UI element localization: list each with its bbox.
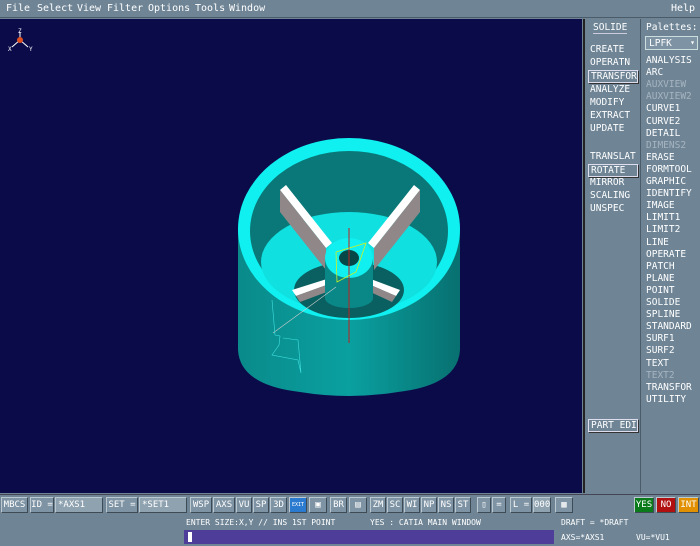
prompt-text: ENTER SIZE:X,Y // INS 1ST POINT (186, 518, 336, 527)
menu-filter[interactable]: Filter (107, 3, 143, 14)
palette-item[interactable]: STANDARD (646, 321, 692, 332)
palette-item[interactable]: SOLIDE (646, 297, 680, 308)
solide-rotate[interactable]: ROTATE (588, 164, 638, 177)
menu-bar: File Select View Filter Options Tools Wi… (0, 0, 700, 18)
sc-button[interactable]: SC (387, 497, 403, 513)
palette-item[interactable]: PLANE (646, 273, 675, 284)
palette-item[interactable]: LIMIT1 (646, 212, 680, 223)
axs-button[interactable]: AXS (213, 497, 235, 513)
no-button[interactable]: NO (656, 497, 676, 513)
menu-file[interactable]: File (6, 3, 30, 14)
palette-item[interactable]: IDENTIFY (646, 188, 692, 199)
palette-item[interactable]: GRAPHIC (646, 176, 686, 187)
palette-item[interactable]: SPLINE (646, 309, 680, 320)
solide-translat[interactable]: TRANSLAT (590, 151, 636, 162)
palette-item[interactable]: ERASE (646, 152, 675, 163)
palette-item[interactable]: ANALYSIS (646, 55, 692, 66)
svg-text:X: X (8, 46, 12, 53)
part-model: Z X Y (8, 28, 460, 396)
cylinder-icon[interactable]: ▯ (477, 497, 491, 513)
br-button[interactable]: BR (330, 497, 347, 513)
solide-update[interactable]: UPDATE (590, 123, 624, 134)
vu-status: VU=*VU1 (636, 533, 670, 542)
id-field[interactable]: *AXS1 (55, 497, 103, 513)
palette-item[interactable]: SURF1 (646, 333, 675, 344)
l-label: L = (510, 497, 532, 513)
menu-help[interactable]: Help (671, 3, 695, 14)
palette-select[interactable]: LPFK ▾ (645, 36, 698, 50)
palette-item: AUXVIEW (646, 79, 687, 91)
palette-item[interactable]: UTILITY (646, 394, 686, 405)
wsp-button[interactable]: WSP (190, 497, 212, 513)
zm-button[interactable]: ZM (370, 497, 386, 513)
3d-button[interactable]: 3D (270, 497, 287, 513)
palette-item[interactable]: POINT (646, 285, 675, 296)
part-edit-button[interactable]: PART EDI (588, 419, 638, 432)
mbcs-button[interactable]: MBCS (1, 497, 28, 513)
palette-item: TEXT2 (646, 369, 675, 381)
palette-item[interactable]: OPERATE (646, 249, 686, 260)
id-label: ID = (30, 497, 54, 513)
command-input[interactable] (184, 530, 554, 544)
yes-message: YES : CATIA MAIN WINDOW (370, 518, 481, 527)
ns-button[interactable]: NS (438, 497, 454, 513)
st-button[interactable]: ST (455, 497, 471, 513)
palette-item[interactable]: SURF2 (646, 345, 675, 356)
solide-transfor[interactable]: TRANSFOR (588, 70, 638, 83)
menu-window[interactable]: Window (229, 3, 265, 14)
solide-panel: SOLIDE CREATE OPERATN TRANSFOR ANALYZE M… (583, 19, 641, 493)
3d-viewport[interactable]: Z X Y (0, 19, 582, 493)
print-icon[interactable]: ▣ (309, 497, 327, 513)
palette-item[interactable]: LIMIT2 (646, 224, 680, 235)
palette-item[interactable]: CURVE1 (646, 103, 680, 114)
palette-item[interactable]: PATCH (646, 261, 675, 272)
palette-item: AUXVIEW2 (646, 91, 692, 103)
svg-text:Y: Y (29, 46, 33, 53)
solide-modify[interactable]: MODIFY (590, 97, 624, 108)
sp-button[interactable]: SP (253, 497, 269, 513)
axis-triad-icon: Z X Y (8, 28, 33, 53)
set-label: SET = (106, 497, 138, 513)
text-cursor (188, 532, 192, 542)
keypad-icon[interactable]: ▦ (555, 497, 573, 513)
l-field[interactable]: 000 (533, 497, 551, 513)
wi-button[interactable]: WI (404, 497, 420, 513)
palette-item[interactable]: TRANSFOR (646, 382, 692, 393)
palette-item[interactable]: TEXT (646, 358, 669, 369)
image-icon[interactable]: ▤ (349, 497, 367, 513)
palette-item[interactable]: IMAGE (646, 200, 675, 211)
solide-operatn[interactable]: OPERATN (590, 57, 630, 68)
draft-status: DRAFT = *DRAFT (561, 518, 629, 527)
solide-scaling[interactable]: SCALING (590, 190, 630, 201)
set-field[interactable]: *SET1 (139, 497, 187, 513)
palette-item[interactable]: CURVE2 (646, 116, 680, 127)
solide-title: SOLIDE (593, 22, 628, 34)
solide-create[interactable]: CREATE (590, 44, 624, 55)
menu-options[interactable]: Options (148, 3, 190, 14)
axs-status: AXS=*AXS1 (561, 533, 605, 542)
menu-select[interactable]: Select (37, 3, 73, 14)
palettes-panel: Palettes: LPFK ▾ ANALYSIS ARC AUXVIEW AUXVI… (642, 19, 700, 493)
solide-mirror[interactable]: MIRROR (590, 177, 624, 188)
svg-text:Z: Z (18, 28, 22, 35)
np-button[interactable]: NP (421, 497, 437, 513)
eq-label: = (492, 497, 506, 513)
palette-item[interactable]: LINE (646, 237, 669, 248)
menu-tools[interactable]: Tools (195, 3, 225, 14)
solide-extract[interactable]: EXTRACT (590, 110, 630, 121)
solide-analyze[interactable]: ANALYZE (590, 84, 630, 95)
exit-button[interactable]: EXIT (289, 497, 307, 513)
chevron-down-icon: ▾ (690, 38, 695, 47)
menu-view[interactable]: View (77, 3, 101, 14)
palette-item: DIMENS2 (646, 139, 687, 151)
int-button[interactable]: INT (678, 497, 699, 513)
solide-unspec[interactable]: UNSPEC (590, 203, 624, 214)
palettes-title: Palettes: (646, 22, 698, 33)
palette-item[interactable]: ARC (646, 67, 663, 78)
palette-item[interactable]: FORMTOOL (646, 164, 692, 175)
bottom-toolbar: MBCS ID = *AXS1 SET = *SET1 WSP AXS VU S… (0, 494, 700, 514)
palette-item[interactable]: DETAIL (646, 128, 680, 139)
vu-button[interactable]: VU (236, 497, 252, 513)
yes-button[interactable]: YES (634, 497, 654, 513)
